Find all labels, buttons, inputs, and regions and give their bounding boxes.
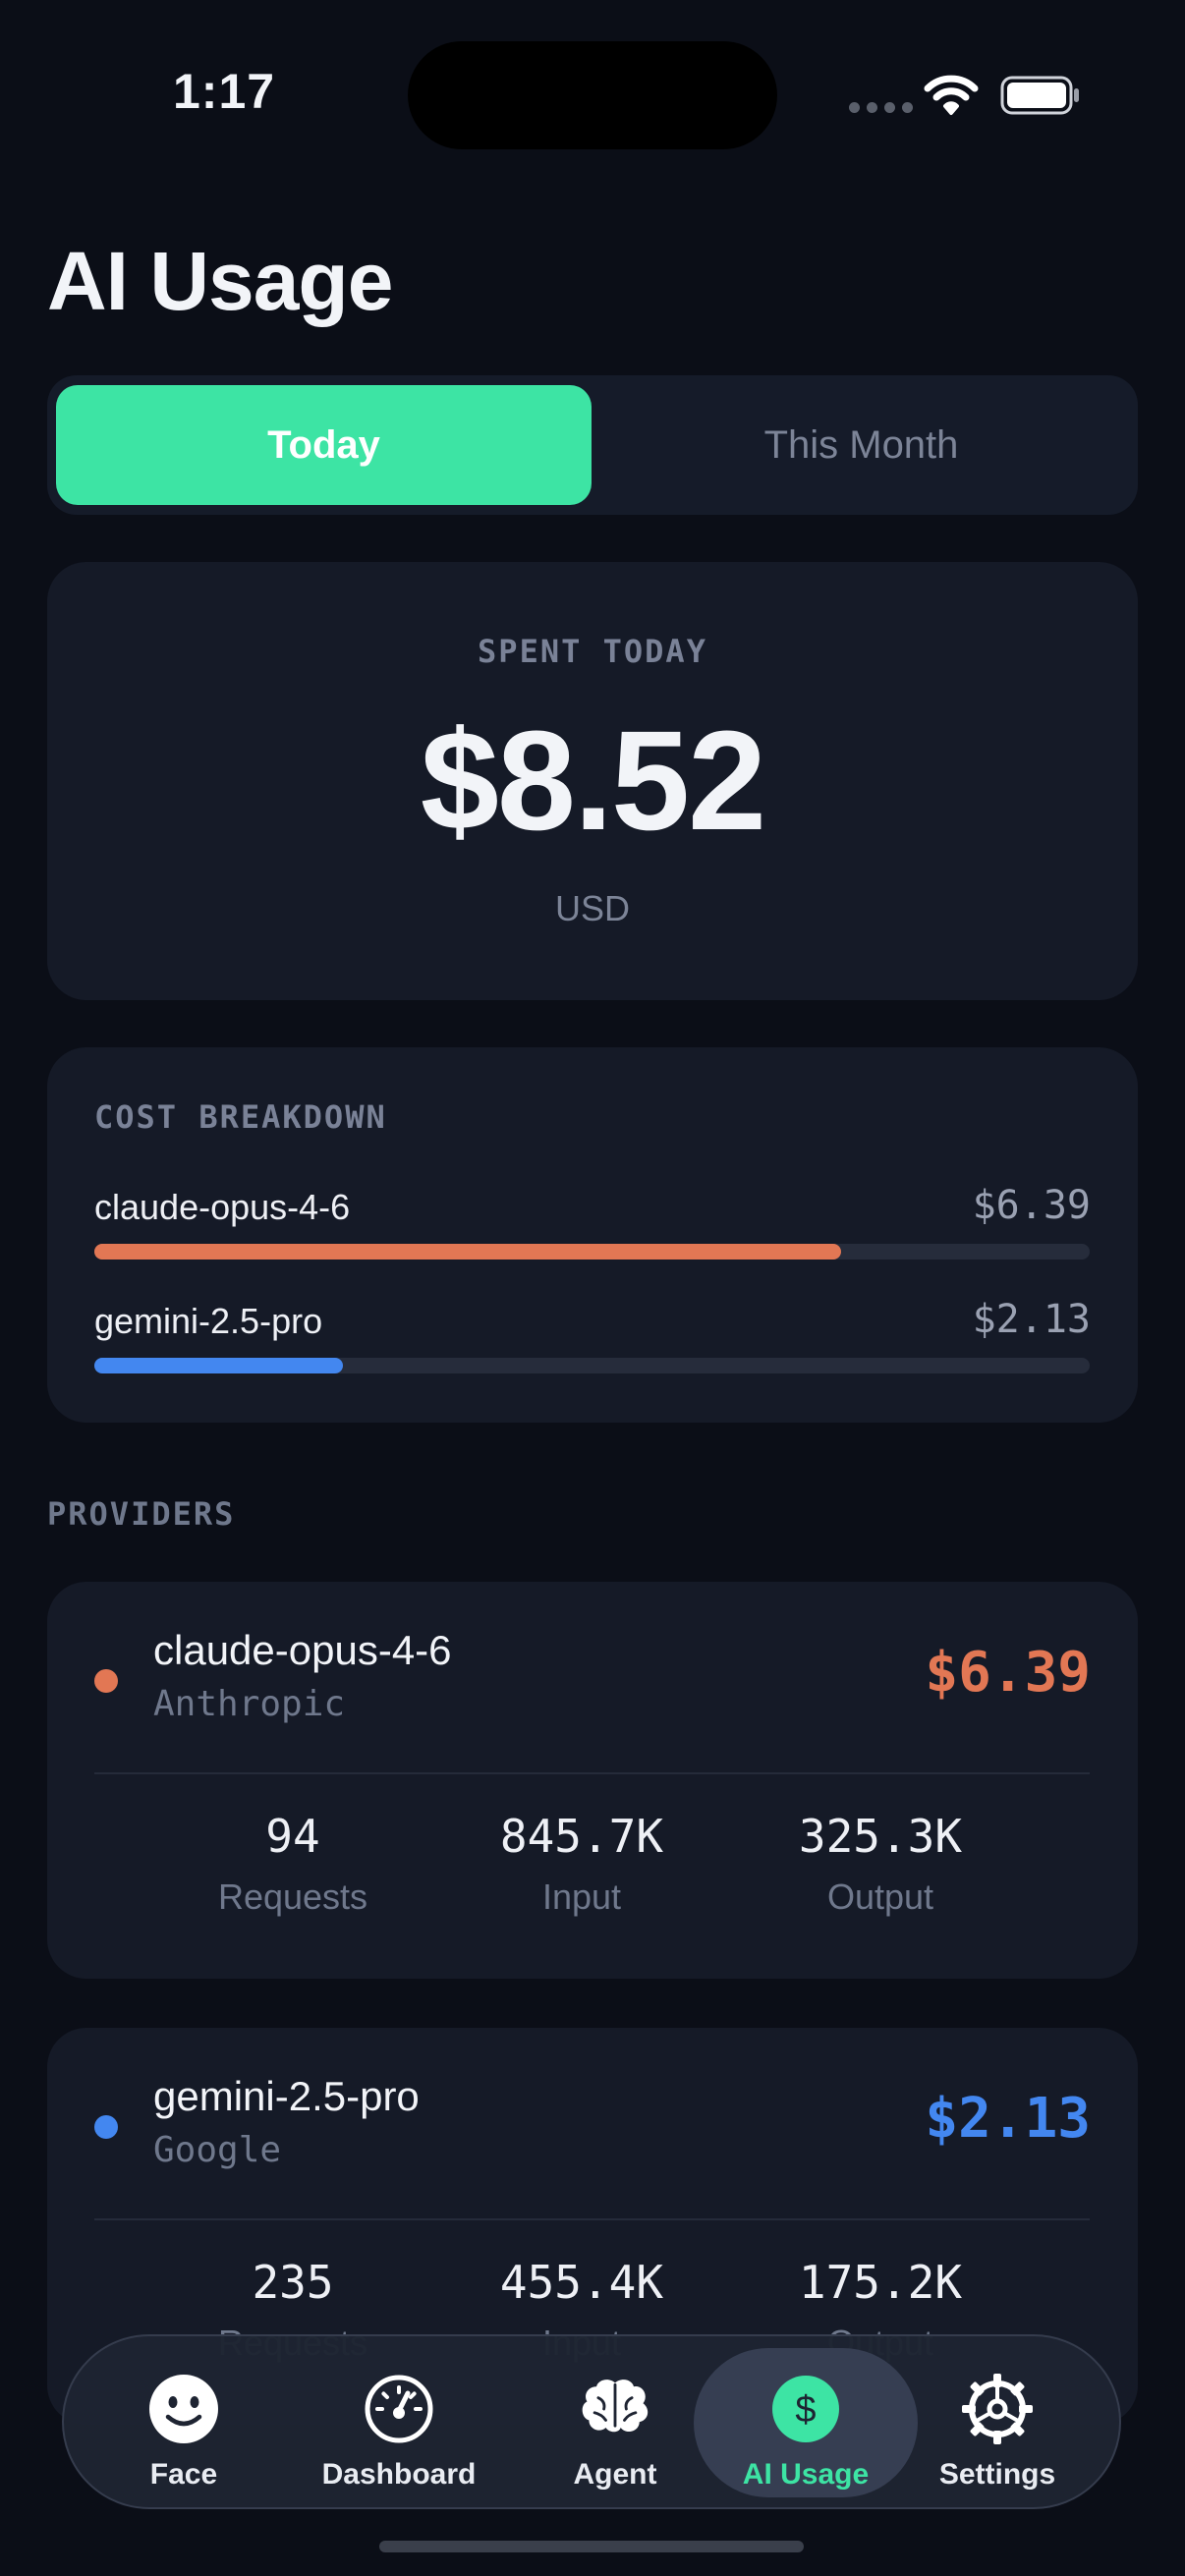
stat-value: 455.4K [499, 2256, 664, 2309]
stat-input: 845.7K Input [454, 1810, 709, 1918]
cost-breakdown-card: COST BREAKDOWN claude-opus-4-6 $6.39 gem… [47, 1047, 1138, 1423]
provider-cost: $2.13 [925, 2087, 1091, 2151]
cellular-signal-icon [849, 102, 913, 113]
provider-card[interactable]: claude-opus-4-6 Anthropic $6.39 94 Reque… [47, 1582, 1138, 1979]
provider-color-dot [94, 2115, 118, 2139]
breakdown-model-name: claude-opus-4-6 [94, 1187, 351, 1227]
stat-label: Input [541, 1876, 622, 1917]
divider [94, 1772, 1090, 1774]
segment-today[interactable]: Today [56, 385, 592, 505]
svg-text:$: $ [795, 2389, 816, 2431]
dollar-circle-icon: $ [768, 2372, 843, 2446]
stat-value: 94 [265, 1810, 320, 1863]
segment-this-month[interactable]: This Month [593, 385, 1129, 505]
breakdown-bar-fill [94, 1358, 344, 1373]
battery-icon [1000, 76, 1079, 115]
stat-requests: 94 Requests [165, 1810, 421, 1918]
spent-label: SPENT TODAY [478, 633, 707, 670]
provider-model-name: claude-opus-4-6 [153, 1627, 452, 1673]
page-title: AI Usage [47, 235, 393, 327]
provider-model-name: gemini-2.5-pro [153, 2073, 420, 2119]
stat-value: 845.7K [499, 1810, 664, 1863]
breakdown-bar-track [94, 1358, 1090, 1373]
tab-bar: Face Dashboard Agent $ AI Usage Settings [62, 2334, 1121, 2509]
providers-section-label: PROVIDERS [47, 1495, 236, 1533]
breakdown-bar-fill [94, 1244, 841, 1260]
stat-value: 325.3K [798, 1810, 963, 1863]
tab-label: Face [149, 2458, 218, 2491]
spent-amount: $8.52 [420, 701, 766, 860]
status-time: 1:17 [173, 64, 276, 119]
breakdown-model-cost: $2.13 [972, 1297, 1091, 1342]
spent-currency: USD [554, 888, 630, 928]
stat-label: Requests [217, 1876, 368, 1917]
provider-color-dot [94, 1669, 118, 1693]
tab-settings[interactable]: Settings [924, 2348, 1071, 2495]
tab-label: Dashboard [321, 2458, 477, 2491]
gauge-icon [362, 2372, 436, 2446]
breakdown-model-cost: $6.39 [972, 1183, 1091, 1228]
provider-vendor: Anthropic [153, 1684, 346, 1724]
tab-label: Settings [938, 2458, 1056, 2491]
breakdown-title: COST BREAKDOWN [94, 1098, 387, 1136]
tab-dashboard[interactable]: Dashboard [306, 2348, 492, 2495]
tab-face[interactable]: Face [115, 2348, 253, 2495]
wifi-icon [924, 75, 979, 115]
stat-value: 235 [252, 2256, 334, 2309]
tab-label: Agent [573, 2458, 657, 2491]
stat-value: 175.2K [798, 2256, 963, 2309]
tab-agent[interactable]: Agent [546, 2348, 684, 2495]
stat-output: 325.3K Output [753, 1810, 1008, 1918]
tab-ai-usage[interactable]: $ AI Usage [717, 2348, 894, 2495]
breakdown-bar-track [94, 1244, 1090, 1260]
provider-cost: $6.39 [925, 1641, 1091, 1705]
smiley-face-icon [146, 2372, 221, 2446]
stat-label: Output [826, 1876, 934, 1917]
home-indicator[interactable] [379, 2541, 804, 2552]
spent-today-card: SPENT TODAY $8.52 USD [47, 562, 1138, 1000]
gear-icon [960, 2372, 1035, 2446]
divider [94, 2218, 1090, 2220]
brain-icon [578, 2372, 652, 2446]
dynamic-island [408, 41, 777, 149]
provider-vendor: Google [153, 2130, 282, 2170]
period-segmented-control: Today This Month [47, 375, 1138, 515]
tab-label: AI Usage [742, 2458, 870, 2491]
breakdown-model-name: gemini-2.5-pro [94, 1301, 323, 1341]
